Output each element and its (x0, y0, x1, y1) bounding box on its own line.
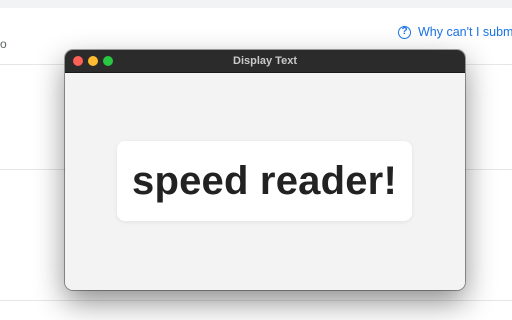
background-top-bar (0, 0, 512, 8)
background-divider (0, 300, 512, 301)
question-circle-icon: ? (398, 25, 411, 39)
help-link-label: Why can't I submi (418, 25, 512, 39)
why-cant-submit-link[interactable]: ? Why can't I submi (398, 25, 512, 39)
display-text-window: Display Text speed reader! (65, 50, 465, 290)
background-left-text: o (0, 37, 7, 51)
display-text: speed reader! (132, 158, 397, 203)
window-content: speed reader! (65, 73, 465, 290)
window-title-bar[interactable]: Display Text (65, 50, 465, 73)
window-title: Display Text (233, 55, 297, 67)
display-text-card: speed reader! (117, 141, 412, 221)
